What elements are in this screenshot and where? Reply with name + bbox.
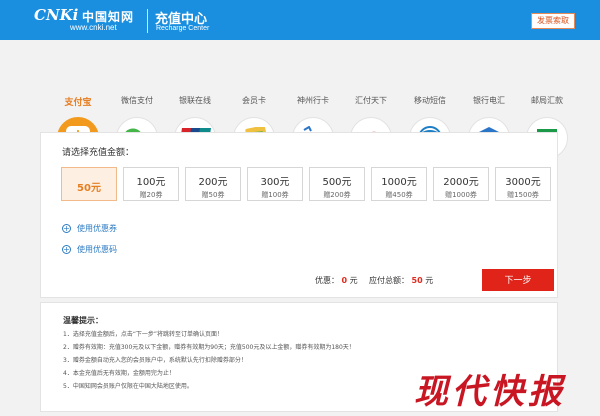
header-divider: [147, 9, 148, 33]
discount-value: 0: [341, 276, 348, 285]
tip-item: 3．赠券金额自动充入您的会员账户中，系统默认先行扣除赠券部分！: [63, 357, 247, 364]
amount-value: 3000元: [505, 177, 541, 188]
amount-value: 1000元: [381, 177, 417, 188]
amount-value: 100元: [136, 177, 166, 188]
tab-label: 神州行卡: [297, 96, 329, 105]
amount-value: 50元: [77, 183, 101, 194]
tip-item: 2．赠券有效期：充值300元及以下金额，赠券有效期为90天；充值500元及以上金…: [63, 344, 355, 351]
amount-option-200[interactable]: 200元 赠50券: [185, 167, 241, 201]
total-summary: 应付总额： 50 元: [369, 275, 433, 286]
discount-summary: 优惠： 0 元: [315, 275, 358, 286]
amount-value: 500元: [322, 177, 352, 188]
tip-item: 1．选择充值金额后，点击“下一步”将跳转至订单确认页面！: [63, 331, 224, 338]
amount-option-3000[interactable]: 3000元 赠1500券: [495, 167, 551, 201]
total-value: 50: [411, 276, 423, 285]
amount-gift: 赠100券: [261, 191, 289, 199]
tab-label: 支付宝: [64, 98, 92, 108]
tab-label: 微信支付: [121, 96, 153, 105]
amount-gift: 赠200券: [323, 191, 351, 199]
use-promo-code-label: 使用优惠码: [77, 245, 117, 254]
total-label: 应付总额：: [369, 276, 409, 285]
amount-gift: 赠1000券: [445, 191, 477, 199]
total-unit: 元: [425, 276, 434, 285]
amount-label: 请选择充值金额：: [62, 148, 135, 158]
amount-option-300[interactable]: 300元 赠100券: [247, 167, 303, 201]
amount-gift: 赠450券: [385, 191, 413, 199]
page-subtitle: Recharge Center: [156, 25, 210, 32]
use-promo-code-link[interactable]: + 使用优惠码: [62, 244, 117, 255]
page-header: CNKi 中国知网 www.cnki.net 充值中心 Recharge Cen…: [0, 0, 600, 40]
amount-gift: 赠50券: [201, 191, 225, 199]
tab-label: 移动短信: [414, 96, 446, 105]
recharge-panel: 请选择充值金额： 50元 100元 赠20券 200元 赠50券 300元 赠1…: [40, 132, 558, 298]
tip-item: 5．中国知网会员账户仅限在中国大陆地区使用。: [63, 383, 193, 390]
tab-label: 银行电汇: [473, 96, 505, 105]
amount-value: 2000元: [443, 177, 479, 188]
invoice-request-button[interactable]: 发票索取: [531, 13, 575, 29]
amount-option-500[interactable]: 500元 赠200券: [309, 167, 365, 201]
tab-label: 邮局汇款: [531, 96, 563, 105]
use-coupon-link[interactable]: + 使用优惠券: [62, 223, 117, 234]
tab-label: 银联在线: [179, 96, 211, 105]
amount-value: 200元: [198, 177, 228, 188]
plus-icon: +: [62, 245, 71, 254]
amount-option-50[interactable]: 50元: [61, 167, 117, 201]
amount-option-1000[interactable]: 1000元 赠450券: [371, 167, 427, 201]
tips-title: 温馨提示：: [63, 316, 103, 325]
logo-url: www.cnki.net: [70, 23, 117, 32]
amount-value: 300元: [260, 177, 290, 188]
tip-item: 4．本金充值后无有效期，金额用完为止！: [63, 370, 175, 377]
amount-option-2000[interactable]: 2000元 赠1000券: [433, 167, 489, 201]
cnki-logo[interactable]: CNKi 中国知网 www.cnki.net: [34, 6, 142, 34]
discount-unit: 元: [349, 276, 358, 285]
logo-text: CNKi: [34, 6, 79, 24]
tab-label: 汇付天下: [355, 96, 387, 105]
amount-gift: 赠1500券: [507, 191, 539, 199]
amount-gift: 赠20券: [139, 191, 163, 199]
plus-icon: +: [62, 224, 71, 233]
amount-option-100[interactable]: 100元 赠20券: [123, 167, 179, 201]
use-coupon-label: 使用优惠券: [77, 224, 117, 233]
tab-label: 会员卡: [242, 96, 266, 105]
discount-label: 优惠：: [315, 276, 339, 285]
payment-method-tabs: 支付宝 支 微信支付 银联在线 UnionPay 会员卡 神州行卡 汇付天下: [0, 40, 600, 171]
next-step-button[interactable]: 下一步: [482, 269, 554, 291]
newspaper-watermark: 现代快报: [414, 372, 566, 412]
